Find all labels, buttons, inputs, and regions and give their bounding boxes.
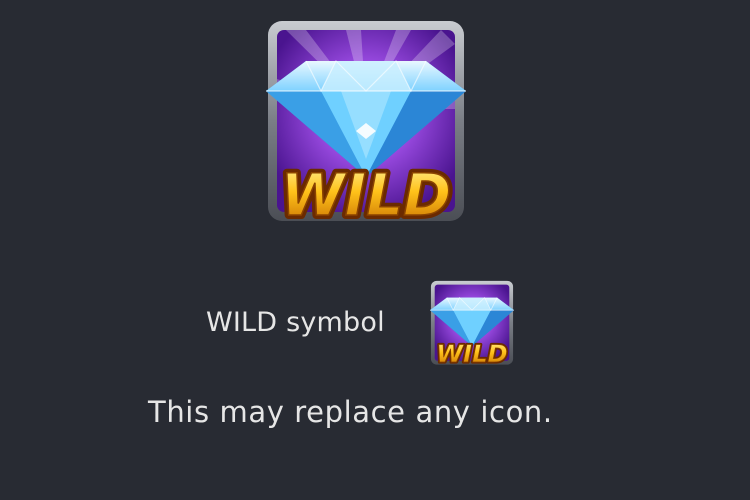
- wild-logo: WILD WILD: [435, 337, 510, 368]
- svg-text:WILD: WILD: [436, 339, 508, 368]
- symbol-description: This may replace any icon.: [148, 395, 553, 429]
- wild-symbol-small: WILD WILD: [426, 280, 518, 368]
- symbol-name-label: WILD symbol: [206, 307, 385, 338]
- paytable-info: WILD symbol WILD WILD This may replace a…: [0, 0, 750, 500]
- wild-tile-graphic-small: WILD WILD: [430, 280, 514, 368]
